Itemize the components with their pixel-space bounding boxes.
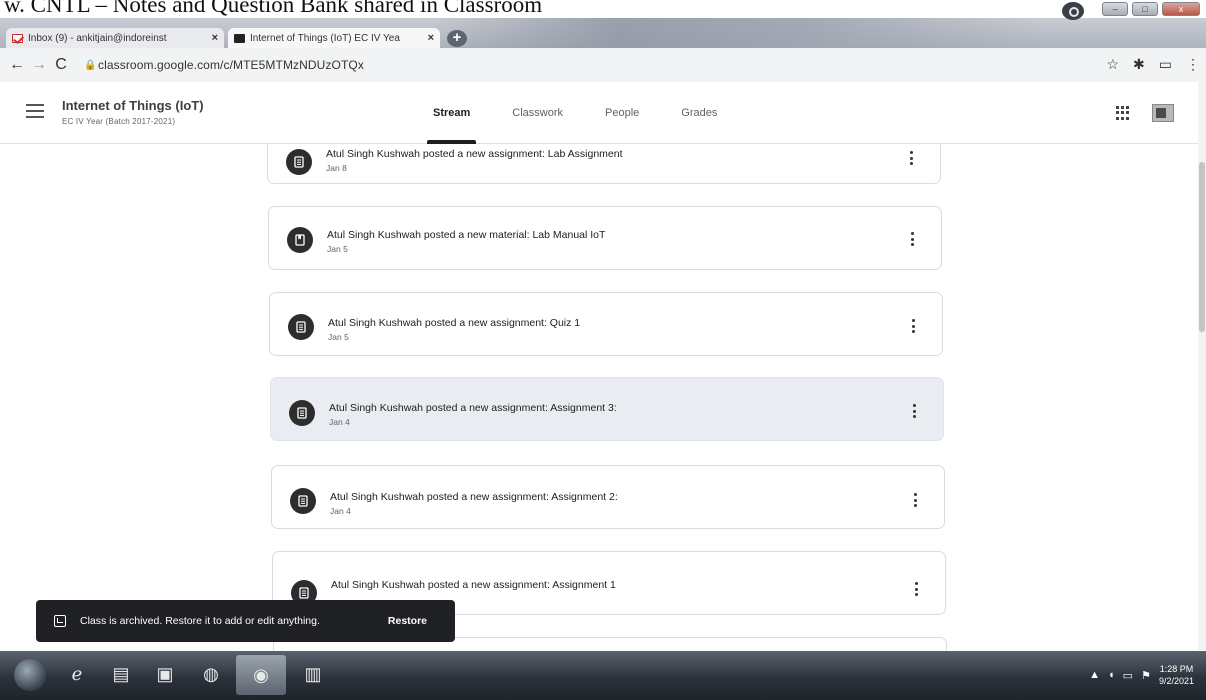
extension-icon[interactable]: ✱: [1133, 56, 1145, 73]
tab-people[interactable]: People: [605, 82, 639, 144]
more-options-icon[interactable]: [909, 232, 915, 248]
stream-post[interactable]: Atul Singh Kushwah posted a new assignme…: [269, 292, 943, 356]
archived-snackbar: Class is archived. Restore it to add or …: [36, 600, 455, 642]
new-tab-button[interactable]: +: [447, 30, 467, 47]
tab-classroom[interactable]: Internet of Things (IoT) EC IV Yea ×: [228, 28, 440, 48]
assignment-icon: [290, 488, 316, 514]
chrome-taskbar-icon[interactable]: ◉: [236, 655, 286, 695]
browser-tab-strip: Inbox (9) - ankitjain@indoreinst × Inter…: [0, 18, 1206, 48]
tab-classwork[interactable]: Classwork: [512, 82, 563, 144]
post-date: Jan 5: [328, 332, 349, 342]
post-text: Atul Singh Kushwah posted a new assignme…: [326, 148, 623, 160]
tab-label: Internet of Things (IoT) EC IV Yea: [250, 32, 400, 44]
post-text: Atul Singh Kushwah posted a new assignme…: [329, 402, 617, 414]
page-scrollbar[interactable]: [1198, 60, 1206, 650]
stream-post[interactable]: Atul Singh Kushwah posted a new assignme…: [270, 377, 944, 441]
network-icon[interactable]: ▭: [1123, 669, 1133, 682]
class-title[interactable]: Internet of Things (IoT): [62, 98, 204, 113]
hamburger-menu-icon[interactable]: [26, 104, 44, 122]
system-tray: ▲ ◖ ▭ ⚑ 1:28 PM 9/2/2021: [1089, 663, 1194, 687]
assignment-icon: [286, 149, 312, 175]
scrollbar-thumb[interactable]: [1199, 162, 1205, 332]
clock[interactable]: 1:28 PM 9/2/2021: [1159, 663, 1194, 687]
firefox-icon[interactable]: ◍: [198, 660, 224, 688]
internet-explorer-icon[interactable]: ℯ: [64, 660, 90, 688]
archive-icon: [54, 615, 66, 627]
classroom-header: Internet of Things (IoT) EC IV Year (Bat…: [0, 82, 1206, 144]
more-options-icon[interactable]: [910, 319, 916, 335]
notepad-icon[interactable]: ▥: [300, 660, 326, 688]
lock-icon: 🔒: [84, 59, 97, 71]
tab-gmail-inbox[interactable]: Inbox (9) - ankitjain@indoreinst ×: [6, 28, 224, 48]
volume-icon[interactable]: ◖: [1108, 669, 1115, 681]
post-date: Jan 8: [326, 163, 347, 173]
close-tab-icon[interactable]: ×: [428, 32, 434, 44]
stream-feed: Atul Singh Kushwah posted a new assignme…: [0, 144, 1206, 651]
post-text: Atul Singh Kushwah posted a new assignme…: [331, 579, 616, 591]
star-icon[interactable]: ☆: [1106, 56, 1119, 73]
tab-label: Inbox (9) - ankitjain@indoreinst: [28, 32, 167, 44]
classroom-icon: [234, 33, 245, 43]
more-options-icon[interactable]: [911, 404, 917, 420]
tray-expand-icon[interactable]: ▲: [1089, 669, 1100, 681]
post-date: Jan 5: [327, 244, 348, 254]
omnibar-actions: ☆ ✱ ▭ ⋮: [1106, 56, 1200, 73]
url-field[interactable]: classroom.google.com/c/MTE5MTMzNDUzOTQx: [98, 58, 364, 72]
more-options-icon[interactable]: [908, 151, 914, 167]
action-center-icon[interactable]: ⚑: [1141, 669, 1151, 682]
reload-icon[interactable]: C: [50, 56, 72, 74]
maximize-button[interactable]: □: [1132, 2, 1158, 16]
close-tab-icon[interactable]: ×: [212, 32, 218, 44]
assignment-icon: [288, 314, 314, 340]
post-date: Jan 4: [330, 506, 351, 516]
forward-icon[interactable]: →: [28, 56, 50, 74]
cast-icon[interactable]: ▭: [1159, 56, 1172, 73]
class-subtitle: EC IV Year (Batch 2017-2021): [62, 117, 176, 126]
account-avatar[interactable]: [1152, 104, 1174, 122]
media-player-icon[interactable]: ▣: [152, 660, 178, 688]
clock-time: 1:28 PM: [1159, 664, 1194, 674]
post-text: Atul Singh Kushwah posted a new assignme…: [328, 317, 581, 329]
snackbar-message: Class is archived. Restore it to add or …: [80, 615, 320, 627]
file-explorer-icon[interactable]: ▤: [108, 660, 134, 688]
post-text: Atul Singh Kushwah posted a new assignme…: [330, 491, 618, 503]
screen: w. CNTL – Notes and Question Bank shared…: [0, 0, 1206, 700]
clock-date: 9/2/2021: [1158, 676, 1194, 686]
close-window-button[interactable]: x: [1162, 2, 1200, 16]
profile-icon[interactable]: [1062, 2, 1084, 20]
post-text: Atul Singh Kushwah posted a new material…: [327, 229, 606, 241]
restore-button[interactable]: Restore: [388, 615, 427, 627]
more-options-icon[interactable]: [912, 493, 918, 509]
assignment-icon: [289, 400, 315, 426]
minimize-button[interactable]: –: [1102, 2, 1128, 16]
google-apps-icon[interactable]: [1116, 106, 1130, 120]
post-date: Jan 4: [329, 417, 350, 427]
windows-taskbar: ℯ ▤ ▣ ◍ ◉ ▥ ▲ ◖ ▭ ⚑ 1:28 PM 9/2/2021: [0, 651, 1206, 700]
back-icon[interactable]: ←: [6, 56, 28, 74]
class-nav-tabs: Stream Classwork People Grades: [426, 82, 759, 144]
start-button[interactable]: [14, 659, 46, 691]
tab-grades[interactable]: Grades: [681, 82, 717, 144]
tab-stream[interactable]: Stream: [426, 82, 477, 144]
address-bar-row: ← → C 🔒 classroom.google.com/c/MTE5MTMzN…: [0, 48, 1206, 82]
stream-post[interactable]: Atul Singh Kushwah posted a new material…: [268, 206, 942, 270]
more-options-icon[interactable]: [913, 582, 919, 598]
stream-post[interactable]: Atul Singh Kushwah posted a new assignme…: [271, 465, 945, 529]
material-icon: [287, 227, 313, 253]
gmail-icon: [12, 33, 23, 43]
stream-post[interactable]: Atul Singh Kushwah posted a new assignme…: [267, 144, 941, 184]
window-controls: – □ x: [1082, 2, 1200, 18]
